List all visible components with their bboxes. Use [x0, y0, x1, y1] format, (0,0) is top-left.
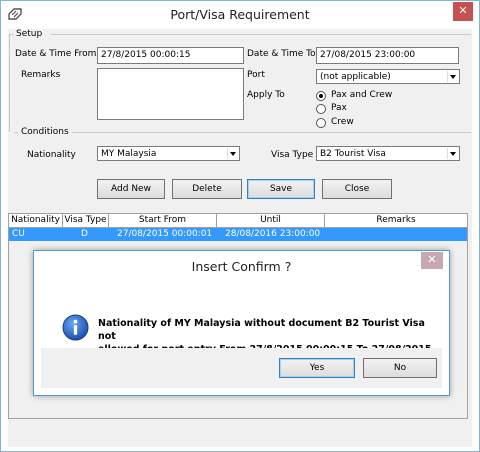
window-title: Port/Visa Requirement [170, 7, 310, 22]
dialog-message-line-1: Nationality of MY Malaysia without docum… [98, 318, 425, 342]
visa-type-select[interactable]: B2 Tourist Visa [316, 146, 460, 161]
port-label: Port [247, 70, 265, 80]
port-select[interactable]: (not applicable) [316, 69, 460, 84]
add-new-button[interactable]: Add New [97, 179, 165, 199]
main-window: Port/Visa Requirement ✕ Setup Date & Tim… [0, 0, 480, 452]
table-header: Nationality Visa Type Start From Until R… [9, 214, 467, 228]
apply-crew-label[interactable]: Crew [331, 117, 354, 127]
cell-nationality: CU [12, 229, 25, 239]
apply-pax-and-crew-radio[interactable] [316, 91, 326, 101]
port-select-value: (not applicable) [320, 72, 391, 82]
table-row[interactable]: CU D 27/08/2015 00:00:01 28/08/2016 23:0… [9, 228, 467, 241]
cell-until: 28/08/2016 23:00:00 [225, 229, 321, 239]
chevron-down-icon[interactable] [447, 71, 458, 82]
no-button[interactable]: No [363, 358, 437, 378]
date-to-label: Date & Time To [247, 49, 316, 59]
remarks-textarea[interactable] [97, 68, 244, 120]
nationality-label: Nationality [27, 150, 76, 160]
column-header-start-from[interactable]: Start From [109, 214, 217, 228]
visa-type-select-value: B2 Tourist Visa [320, 149, 386, 159]
nationality-select[interactable]: MY Malaysia [97, 146, 240, 161]
column-header-nationality[interactable]: Nationality [9, 214, 63, 228]
save-button[interactable]: Save [247, 179, 315, 199]
apply-pax-and-crew-label[interactable]: Pax and Crew [331, 90, 392, 100]
column-header-until[interactable]: Until [217, 214, 325, 228]
date-from-input[interactable]: 27/8/2015 00:00:15 [97, 47, 244, 64]
column-header-visa-type[interactable]: Visa Type [63, 214, 109, 228]
apply-pax-label[interactable]: Pax [331, 103, 347, 113]
conditions-group-line-right [72, 132, 471, 133]
apply-crew-radio[interactable] [316, 118, 326, 128]
conditions-group-label: Conditions [21, 127, 69, 137]
chevron-down-icon[interactable] [447, 148, 458, 159]
dialog-close-button[interactable]: ✕ [421, 252, 443, 269]
cell-start-from: 27/08/2015 00:00:01 [117, 229, 213, 239]
insert-confirm-dialog: Insert Confirm ? ✕ Nationality of MY Mal… [33, 250, 450, 396]
window-close-button[interactable]: ✕ [453, 2, 473, 21]
title-bar: Port/Visa Requirement ✕ [1, 1, 479, 29]
date-to-input[interactable]: 27/08/2015 23:00:00 [316, 47, 459, 64]
apply-pax-radio[interactable] [316, 104, 326, 114]
setup-group-label: Setup [16, 29, 43, 39]
date-from-label: Date & Time From [15, 49, 97, 59]
chevron-down-icon[interactable] [227, 148, 238, 159]
dialog-body: Nationality of MY Malaysia without docum… [41, 280, 442, 388]
info-icon [62, 314, 89, 341]
apply-to-label: Apply To [247, 90, 285, 100]
dialog-footer: Yes No [41, 348, 442, 388]
setup-group-border-left [9, 34, 10, 132]
visa-type-label: Visa Type [271, 150, 314, 160]
nationality-select-value: MY Malaysia [101, 149, 157, 159]
delete-button[interactable]: Delete [172, 179, 242, 199]
remarks-label: Remarks [21, 70, 61, 80]
column-header-remarks[interactable]: Remarks [325, 214, 467, 228]
conditions-group-line-left [14, 132, 18, 133]
close-button[interactable]: Close [322, 179, 392, 199]
yes-button[interactable]: Yes [279, 358, 355, 378]
dialog-title: Insert Confirm ? [191, 259, 292, 274]
setup-group-line-right [51, 34, 471, 35]
cell-visa-type: D [81, 229, 88, 239]
